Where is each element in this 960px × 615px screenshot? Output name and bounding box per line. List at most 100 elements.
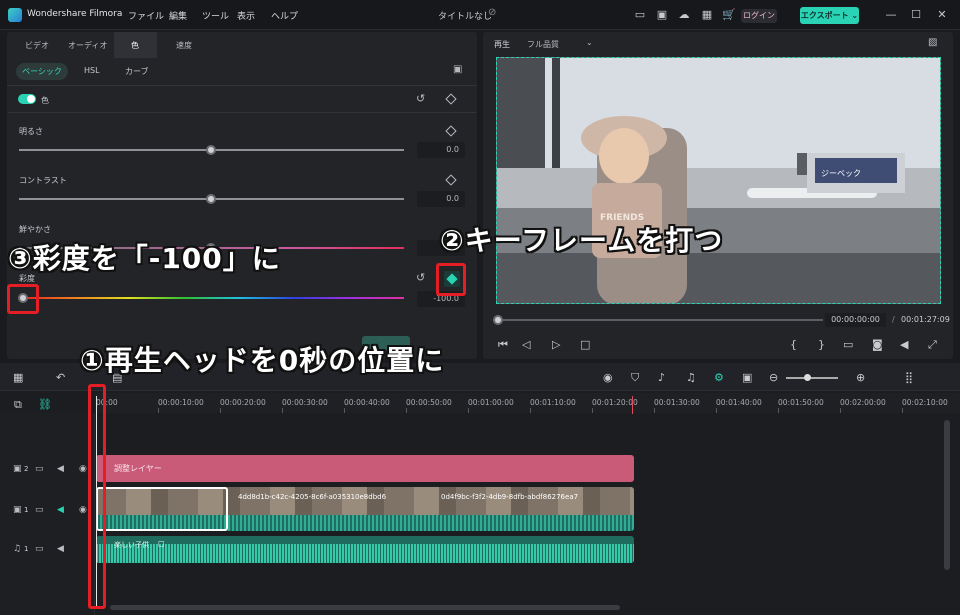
adjustment-layer-clip[interactable]: 調整レイヤー <box>96 455 634 482</box>
speaker-icon[interactable]: ◀ <box>57 544 64 554</box>
grid-icon[interactable]: ⣿ <box>905 371 913 384</box>
eye-icon[interactable]: ◉ <box>79 505 87 515</box>
prev-frame-icon[interactable]: ⏮ <box>498 338 508 352</box>
subtab-bar <box>7 58 477 86</box>
contrast-slider-thumb[interactable] <box>206 194 216 204</box>
tab-video[interactable]: ビデオ <box>25 40 49 51</box>
ruler-label: 00:01:50:00 <box>778 398 824 407</box>
video-track-2-icon: ▣ <box>13 464 22 474</box>
zoom-thumb[interactable] <box>804 374 811 381</box>
current-time[interactable]: 00:00:00:00 <box>825 313 886 327</box>
subtab-basic[interactable]: ベーシック <box>16 63 68 80</box>
video-track-1-icon: ▣ <box>13 505 22 515</box>
zoom-slider[interactable] <box>786 377 838 379</box>
time-separator: / <box>892 315 895 324</box>
tab-color[interactable]: 色 <box>131 40 139 51</box>
brightness-value[interactable]: 0.0 <box>417 142 465 158</box>
link-icon[interactable]: ⛓ <box>38 398 52 411</box>
eye-icon[interactable]: ◉ <box>79 464 87 474</box>
quality-select[interactable]: フル品質 <box>527 39 559 50</box>
tab-speed[interactable]: 速度 <box>176 40 192 51</box>
display-icon[interactable]: ▭ <box>843 338 853 351</box>
video-clip-track[interactable]: 4dd8d1b-c42c-4205-8c6f-a035310e8dbd6 0d4… <box>96 487 634 531</box>
color-toggle[interactable] <box>18 94 36 104</box>
menu-file[interactable]: ファイル <box>128 9 164 22</box>
minimize-icon[interactable]: — <box>884 8 898 22</box>
ruler-tick <box>158 408 159 413</box>
mark-in-icon[interactable]: { <box>790 338 797 351</box>
add-track-icon[interactable]: ⧉ <box>14 398 22 412</box>
render-icon[interactable]: ◉ <box>603 371 613 384</box>
annotation-step1: ①再生ヘッドを0秒の位置に <box>80 344 445 377</box>
brightness-slider-thumb[interactable] <box>206 145 216 155</box>
adjust-layer-label: 調整レイヤー <box>114 464 162 473</box>
subtitle-icon[interactable]: ▣ <box>742 371 752 384</box>
tab-audio[interactable]: オーディオ <box>68 40 107 51</box>
audio-mix-icon[interactable]: ♫ <box>686 371 696 384</box>
vertical-scrollbar[interactable] <box>944 420 950 570</box>
undo-icon[interactable]: ↶ <box>56 371 65 384</box>
menu-view[interactable]: 表示 <box>237 9 255 22</box>
marker-icon[interactable]: ⛉ <box>631 371 639 385</box>
mic-icon[interactable]: ♪ <box>658 371 665 384</box>
ruler-tick <box>220 408 221 413</box>
preview-progress-bar[interactable] <box>497 319 823 321</box>
video-preview[interactable]: ジーベック FRIENDS <box>496 57 941 304</box>
ruler-tick <box>902 408 903 413</box>
menu-help[interactable]: ヘルプ <box>271 9 298 22</box>
volume-icon[interactable]: ◀ <box>900 338 908 351</box>
clip-2-name: 0d4f9bc-f3f2-4db9-8dfb-abdf86276ea7 <box>441 493 579 501</box>
maximize-icon[interactable]: ☐ <box>909 8 923 22</box>
ruler-label: 00:01:30:00 <box>654 398 700 407</box>
folder-icon[interactable]: ▭ <box>35 544 44 554</box>
preview-playhead[interactable] <box>493 315 503 325</box>
zoom-in-icon[interactable]: ⊕ <box>856 371 865 384</box>
ruler-tick <box>654 408 655 413</box>
gift-icon[interactable]: ▦ <box>700 8 714 22</box>
folder-icon[interactable]: ▭ <box>35 464 44 474</box>
reset-color-icon[interactable]: ↺ <box>416 92 425 105</box>
fullscreen-icon[interactable]: ⤢ <box>928 338 937 352</box>
video-frame-image: ジーベック FRIENDS <box>497 58 940 303</box>
subtab-hsl[interactable]: HSL <box>84 66 100 75</box>
snap-icon[interactable]: ⚙ <box>714 371 724 384</box>
snapshot-chart-icon[interactable]: ▨ <box>928 37 937 48</box>
ruler-label: 00:00:30:00 <box>282 398 328 407</box>
folder-icon[interactable]: ▭ <box>35 505 44 515</box>
login-button[interactable]: ログイン <box>741 9 777 23</box>
reset-saturation-icon[interactable]: ↺ <box>416 271 425 284</box>
horizontal-scrollbar[interactable] <box>110 605 620 610</box>
ruler-tick <box>282 408 283 413</box>
cart-icon[interactable]: 🛒 <box>722 8 736 22</box>
ruler-label: 00:01:10:00 <box>530 398 576 407</box>
monitor-icon[interactable]: ▭ <box>633 8 647 22</box>
menu-tools[interactable]: ツール <box>202 9 229 22</box>
speaker-icon[interactable]: ◀ <box>57 464 64 474</box>
saturation-slider[interactable] <box>19 297 404 299</box>
contrast-value[interactable]: 0.0 <box>417 191 465 207</box>
selected-clip-outline[interactable] <box>96 487 228 531</box>
menu-edit[interactable]: 編集 <box>169 9 187 22</box>
stop-icon[interactable]: □ <box>580 338 590 351</box>
mark-out-icon[interactable]: } <box>818 338 825 351</box>
play-icon[interactable]: ▷ <box>552 338 560 351</box>
save-preset-icon[interactable]: ▣ <box>453 64 462 75</box>
audio-clip[interactable]: 楽しい子供 ◻ <box>96 536 634 563</box>
mute-icon[interactable]: ◀ <box>57 505 64 515</box>
zoom-out-icon[interactable]: ⊖ <box>769 371 778 384</box>
preview-label: 再生 <box>494 40 510 49</box>
close-icon[interactable]: ✕ <box>935 8 949 22</box>
brightness-label: 明るさ <box>19 127 43 136</box>
track-2-number: 2 <box>24 465 29 473</box>
cloud-upload-icon[interactable]: ☁ <box>677 8 691 22</box>
camera-icon[interactable]: ◙ <box>872 338 883 351</box>
ruler-tick <box>530 408 531 413</box>
play-reverse-icon[interactable]: ◁ <box>522 338 530 351</box>
document-title: タイトルなし <box>438 12 493 22</box>
chevron-down-icon[interactable]: ⌄ <box>586 38 593 47</box>
export-button[interactable]: エクスポート ⌄ <box>800 7 859 24</box>
save-icon[interactable]: ▣ <box>655 8 669 22</box>
ruler-label: 00:00:40:00 <box>344 398 390 407</box>
subtab-curve[interactable]: カーブ <box>125 66 149 77</box>
layout-icon[interactable]: ▦ <box>13 371 23 384</box>
